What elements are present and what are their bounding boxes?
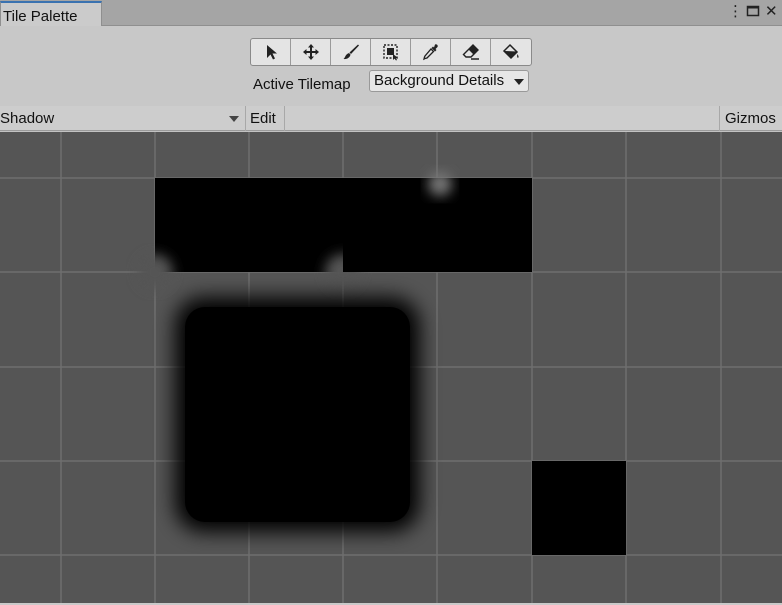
maximize-icon[interactable] xyxy=(746,4,760,22)
active-tilemap-label: Active Tilemap xyxy=(253,76,351,93)
select-tool-button[interactable] xyxy=(251,39,291,65)
palette-grid-canvas[interactable] xyxy=(0,132,782,603)
cursor-arrow-icon xyxy=(266,45,277,60)
separator xyxy=(719,106,720,131)
palette-dropdown-arrow-icon[interactable] xyxy=(229,116,239,122)
gizmos-button[interactable]: Gizmos xyxy=(725,110,776,127)
chevron-down-icon xyxy=(514,79,524,85)
fill-tool-button[interactable] xyxy=(491,39,531,65)
paint-bucket-icon xyxy=(502,43,519,60)
shadow-tile[interactable] xyxy=(343,172,532,272)
active-tilemap-dropdown[interactable]: Background Details xyxy=(369,70,529,92)
separator xyxy=(245,106,246,131)
active-tilemap-value: Background Details xyxy=(374,72,505,89)
palette-dropdown-label[interactable]: Shadow xyxy=(0,110,54,127)
eyedropper-icon xyxy=(422,44,438,61)
move-tool-button[interactable] xyxy=(291,39,331,65)
paint-tool-button[interactable] xyxy=(331,39,371,65)
close-icon[interactable]: ✕ xyxy=(765,4,778,20)
tab-tile-palette[interactable]: Tile Palette xyxy=(0,1,102,27)
kebab-menu-icon[interactable]: ⋮ xyxy=(728,4,743,20)
tab-title: Tile Palette xyxy=(3,8,78,25)
move-arrows-icon xyxy=(302,44,319,60)
palette-grid xyxy=(0,132,782,603)
box-select-icon xyxy=(382,44,398,61)
shadow-tile[interactable] xyxy=(532,461,626,555)
box-fill-tool-button[interactable] xyxy=(371,39,411,65)
toolbar-area: Active Tilemap Background Details xyxy=(0,26,782,106)
tab-bar: Tile Palette ⋮ ✕ xyxy=(0,0,782,27)
edit-button[interactable]: Edit xyxy=(250,110,276,127)
erase-tool-button[interactable] xyxy=(451,39,491,65)
shadow-tile[interactable] xyxy=(175,297,420,532)
palette-bar: Shadow Edit Gizmos xyxy=(0,106,782,131)
eraser-icon xyxy=(462,44,479,60)
pick-tool-button[interactable] xyxy=(411,39,451,65)
brush-icon xyxy=(343,44,359,60)
tool-strip xyxy=(250,38,532,66)
separator xyxy=(284,106,285,131)
